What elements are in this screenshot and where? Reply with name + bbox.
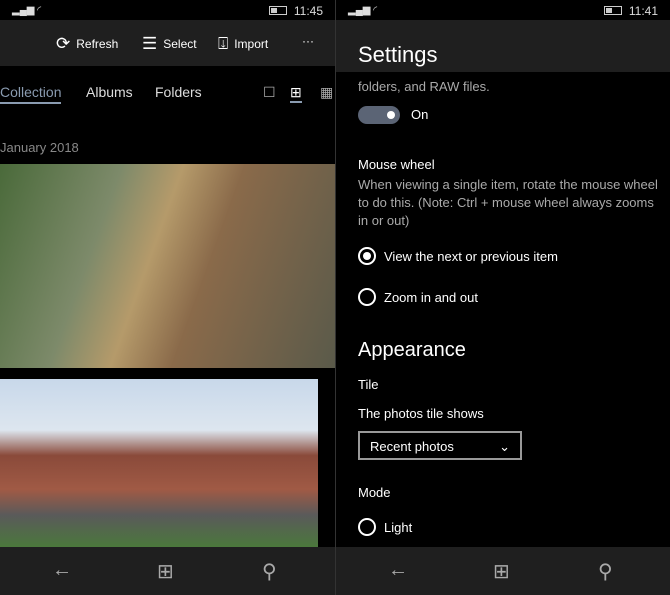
radio-zoom[interactable]: Zoom in and out xyxy=(358,288,478,306)
toggle-switch[interactable] xyxy=(358,106,400,124)
settings-page: ▂▄▆ ◜ 11:41 Settings folders, and RAW fi… xyxy=(335,0,670,595)
windows-icon[interactable]: ⊞ xyxy=(157,559,174,584)
clock: 11:41 xyxy=(628,4,658,18)
select-button[interactable]: ☰ Select xyxy=(142,34,197,54)
signal-icon: ▂▄▆ ◜ xyxy=(348,5,378,16)
status-bar: ▂▄▆ ◜ 11:41 xyxy=(336,0,670,20)
radio-label: Zoom in and out xyxy=(384,289,478,305)
radio-icon xyxy=(358,247,376,265)
signal-icon: ▂▄▆ ◜ xyxy=(12,5,42,16)
appearance-heading: Appearance xyxy=(358,339,466,361)
tabs: Collection Albums Folders xyxy=(0,84,335,106)
dropdown-value: Recent photos xyxy=(370,439,454,454)
search-icon[interactable]: ⚲ xyxy=(262,559,277,584)
search-icon[interactable]: ⚲ xyxy=(598,559,613,584)
battery-icon xyxy=(269,6,287,15)
refresh-button[interactable]: ⟳ Refresh xyxy=(56,34,118,54)
toggle-label: On xyxy=(411,107,429,122)
tile-dropdown[interactable]: Recent photos ⌄ xyxy=(358,431,522,460)
radio-label: Light xyxy=(384,519,413,535)
mouse-wheel-description: When viewing a single item, rotate the m… xyxy=(358,177,658,228)
radio-light[interactable]: Light xyxy=(358,518,412,536)
description-text: folders, and RAW files. xyxy=(358,79,490,94)
more-button[interactable]: ··· xyxy=(302,34,314,48)
radio-icon xyxy=(358,288,376,306)
radio-icon xyxy=(358,518,376,536)
tile-heading: Tile xyxy=(358,377,379,392)
status-bar: ▂▄▆ ◜ 11:45 xyxy=(0,0,335,20)
nav-bar: ← ⊞ ⚲ xyxy=(0,547,335,595)
mouse-wheel-heading: Mouse wheel xyxy=(358,157,435,172)
page-title: Settings xyxy=(358,42,438,67)
mode-heading: Mode xyxy=(358,485,391,500)
medium-grid-icon[interactable]: ⊞ xyxy=(290,84,302,103)
single-view-icon[interactable]: ☐ xyxy=(263,84,276,101)
chevron-down-icon: ⌄ xyxy=(499,439,510,454)
toolbar: ⟳ Refresh ☰ Select ⍗ Import ··· xyxy=(0,20,335,66)
select-list-icon: ☰ xyxy=(142,34,158,53)
radio-next-item[interactable]: View the next or previous item xyxy=(358,247,558,265)
back-icon[interactable]: ← xyxy=(52,559,72,582)
back-icon[interactable]: ← xyxy=(388,559,408,582)
photo-thumbnail[interactable] xyxy=(0,164,335,368)
section-date: January 2018 xyxy=(0,140,79,155)
nav-bar: ← ⊞ ⚲ xyxy=(336,547,670,595)
import-button[interactable]: ⍗ Import xyxy=(218,34,268,54)
select-label: Select xyxy=(163,37,197,51)
refresh-icon: ⟳ xyxy=(56,34,71,53)
windows-icon[interactable]: ⊞ xyxy=(493,559,510,584)
battery-icon xyxy=(604,6,622,15)
header: Settings xyxy=(336,20,670,72)
small-grid-icon[interactable]: ▦ xyxy=(320,84,333,101)
clock: 11:45 xyxy=(293,4,323,18)
import-icon: ⍗ xyxy=(218,34,229,53)
tab-albums[interactable]: Albums xyxy=(86,84,133,100)
tab-folders[interactable]: Folders xyxy=(155,84,202,100)
tab-collection[interactable]: Collection xyxy=(0,84,62,104)
radio-label: View the next or previous item xyxy=(384,248,558,264)
tile-label: The photos tile shows xyxy=(358,406,484,421)
refresh-label: Refresh xyxy=(76,37,119,51)
import-label: Import xyxy=(234,37,269,51)
photo-thumbnail[interactable] xyxy=(0,379,318,549)
photos-app: ▂▄▆ ◜ 11:45 ⟳ Refresh ☰ Select ⍗ Import ···… xyxy=(0,0,335,595)
